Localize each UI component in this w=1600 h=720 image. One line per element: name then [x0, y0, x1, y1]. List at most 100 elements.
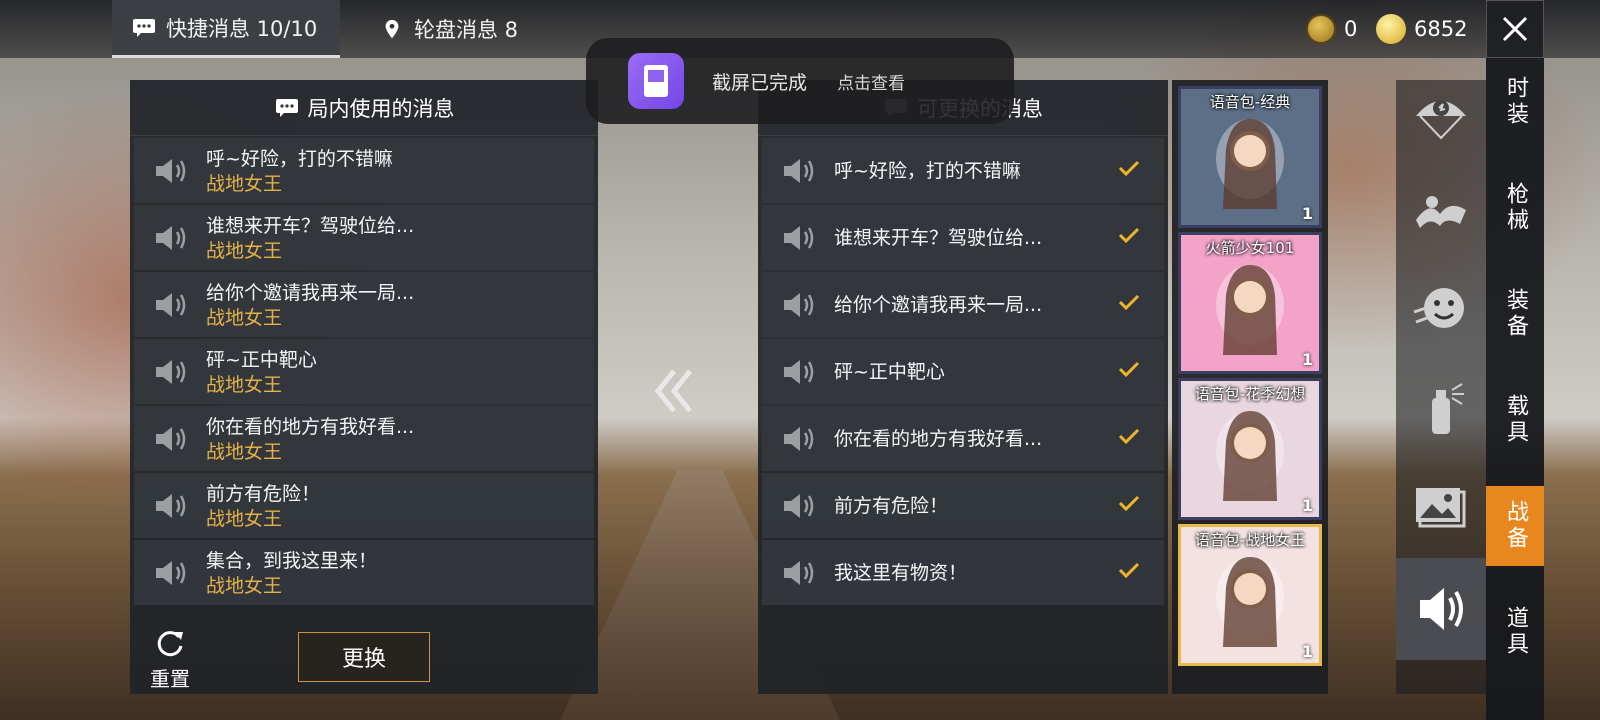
checkmark-icon — [1118, 294, 1140, 310]
double-chevron-left-icon[interactable] — [652, 366, 702, 416]
voice-pack-count: 1 — [1301, 642, 1313, 661]
message-text: 我这里有物资！ — [834, 561, 968, 584]
chat-bubble-icon — [275, 98, 298, 117]
message-text-block: 我这里有物资！ — [834, 560, 967, 586]
replaceable-message-row[interactable]: 呼~好险，打的不错嘛 — [762, 138, 1164, 203]
category-menu: 时装枪械装备载具战备道具 — [1486, 58, 1544, 720]
speaker-icon — [784, 292, 814, 317]
speaker-icon — [156, 359, 186, 384]
in-game-message-row[interactable]: 砰~正中靶心 战地女王 — [134, 339, 594, 404]
speaker-icon — [156, 493, 186, 518]
message-text-block: 谁想来开车？驾驶位给... 战地女王 — [206, 213, 414, 263]
message-source: 战地女王 — [206, 239, 283, 262]
message-source: 战地女王 — [206, 172, 283, 195]
message-text-block: 你在看的地方有我好看... — [834, 426, 1042, 452]
coin-b-amount: 6852 — [1414, 17, 1468, 41]
reset-button[interactable]: 重置 — [146, 628, 194, 692]
message-text-block: 呼~好险，打的不错嘛 — [834, 158, 1021, 184]
gallery-icon[interactable] — [1410, 478, 1472, 536]
voice-pack-label: 语音包-战地女王 — [1194, 531, 1306, 549]
in-game-message-row[interactable]: 你在看的地方有我好看... 战地女王 — [134, 406, 594, 471]
tab-quick-messages[interactable]: 快捷消息 10/10 — [112, 0, 340, 58]
category-menu-item[interactable]: 战备 — [1486, 486, 1544, 566]
message-text: 谁想来开车？驾驶位给... — [206, 214, 415, 237]
coin-a-icon — [1306, 14, 1336, 44]
replaceable-message-row[interactable]: 砰~正中靶心 — [762, 339, 1164, 404]
voice-pack-card[interactable]: 语音包-花季幻想 1 — [1178, 378, 1322, 520]
category-menu-item[interactable]: 载具 — [1486, 380, 1544, 460]
category-menu-item[interactable]: 时装 — [1486, 62, 1544, 142]
parachute-icon[interactable] — [1410, 86, 1472, 144]
in-game-message-row[interactable]: 给你个邀请我再来一局... 战地女王 — [134, 272, 594, 337]
replaceable-messages-panel: 可更换的消息 呼~好险，打的不错嘛谁想来开车？驾驶位给...给你个邀请我再来一局… — [758, 80, 1168, 694]
sticker-face-icon[interactable] — [1410, 282, 1472, 340]
message-text: 砰~正中靶心 — [834, 360, 945, 383]
close-button[interactable] — [1486, 0, 1544, 58]
in-game-message-row[interactable]: 呼~好险，打的不错嘛 战地女王 — [134, 138, 594, 203]
tab-wheel-messages-label: 轮盘消息 8 — [414, 18, 519, 42]
voice-category-tab[interactable] — [1396, 558, 1486, 660]
category-menu-item[interactable]: 装备 — [1486, 274, 1544, 354]
replaceable-message-row[interactable]: 你在看的地方有我好看... — [762, 406, 1164, 471]
message-text-block: 给你个邀请我再来一局... — [834, 292, 1042, 318]
checkmark-icon — [1118, 160, 1140, 176]
location-pin-icon — [385, 19, 399, 39]
left-message-list: 呼~好险，打的不错嘛 战地女王 谁想来开车？驾驶位给... 战地女王 给你个邀请我再来一… — [130, 136, 598, 609]
message-text-block: 谁想来开车？驾驶位给... — [834, 225, 1042, 251]
screenshot-notification[interactable]: 截屏已完成 点击查看 — [586, 38, 1014, 124]
replaceable-message-row[interactable]: 谁想来开车？驾驶位给... — [762, 205, 1164, 270]
message-source: 战地女王 — [206, 373, 283, 396]
emote-pose-icon[interactable] — [1410, 180, 1472, 238]
voice-pack-card[interactable]: 语音包-经典 1 — [1178, 86, 1322, 228]
notification-action[interactable]: 点击查看 — [837, 74, 905, 94]
message-text-block: 前方有危险！ 战地女王 — [206, 481, 320, 531]
in-game-message-row[interactable]: 谁想来开车？驾驶位给... 战地女王 — [134, 205, 594, 270]
speaker-icon — [784, 426, 814, 451]
checkmark-icon — [1118, 562, 1140, 578]
speaker-icon — [784, 158, 814, 183]
right-message-list: 呼~好险，打的不错嘛 谁想来开车？驾驶位给... 给你个邀请我再来一局... 砰~正中… — [758, 136, 1168, 609]
category-menu-item[interactable]: 枪械 — [1486, 168, 1544, 248]
category-menu-item[interactable]: 道具 — [1486, 592, 1544, 672]
speaker-icon — [784, 493, 814, 518]
coin-b-icon — [1376, 14, 1406, 44]
speaker-icon — [784, 225, 814, 250]
message-text: 呼~好险，打的不错嘛 — [206, 147, 393, 170]
message-text: 给你个邀请我再来一局... — [206, 281, 415, 304]
message-source: 战地女王 — [206, 574, 283, 597]
replaceable-message-row[interactable]: 给你个邀请我再来一局... — [762, 272, 1164, 337]
left-panel-header: 局内使用的消息 — [130, 80, 598, 136]
speaker-icon — [784, 359, 814, 384]
tab-quick-messages-label: 快捷消息 10/10 — [166, 16, 318, 41]
checkmark-icon — [1118, 428, 1140, 444]
in-game-message-row[interactable]: 前方有危险！ 战地女王 — [134, 473, 594, 538]
spray-can-icon[interactable] — [1410, 380, 1472, 438]
checkmark-icon — [1118, 227, 1140, 243]
notification-text: 截屏已完成 点击查看 — [712, 68, 905, 95]
swap-button[interactable]: 更换 — [298, 632, 430, 682]
in-game-message-row[interactable]: 集合，到我这里来！ 战地女王 — [134, 540, 594, 605]
message-source: 战地女王 — [206, 507, 283, 530]
checkmark-icon — [1118, 495, 1140, 511]
message-text: 给你个邀请我再来一局... — [834, 293, 1043, 316]
voice-pack-card[interactable]: 火箭少女101 1 — [1178, 232, 1322, 374]
voice-pack-count: 1 — [1301, 350, 1313, 369]
message-text: 呼~好险，打的不错嘛 — [834, 159, 1021, 182]
replaceable-message-row[interactable]: 我这里有物资！ — [762, 540, 1164, 605]
left-panel-title: 局内使用的消息 — [307, 96, 455, 121]
voice-pack-count: 1 — [1301, 496, 1313, 515]
voice-pack-card[interactable]: 语音包-战地女王 1 — [1178, 524, 1322, 666]
replaceable-message-row[interactable]: 前方有危险！ — [762, 473, 1164, 538]
tab-wheel-messages[interactable]: 轮盘消息 8 — [360, 0, 538, 58]
voice-pack-label: 火箭少女101 — [1205, 239, 1295, 257]
message-text: 前方有危险！ — [206, 482, 321, 505]
message-text: 谁想来开车？驾驶位给... — [834, 226, 1043, 249]
message-text-block: 砰~正中靶心 — [834, 359, 945, 385]
voice-pack-label: 语音包-经典 — [1209, 93, 1291, 111]
speaker-icon — [156, 158, 186, 183]
message-text: 前方有危险！ — [834, 494, 949, 517]
coin-a-amount: 0 — [1344, 17, 1358, 41]
message-text: 你在看的地方有我好看... — [834, 427, 1043, 450]
notification-message: 截屏已完成 — [712, 71, 808, 94]
voice-pack-list: 语音包-经典 1 火箭少女101 1 语音包-花季幻想 1 语音包-战地女王 1 — [1172, 80, 1328, 694]
